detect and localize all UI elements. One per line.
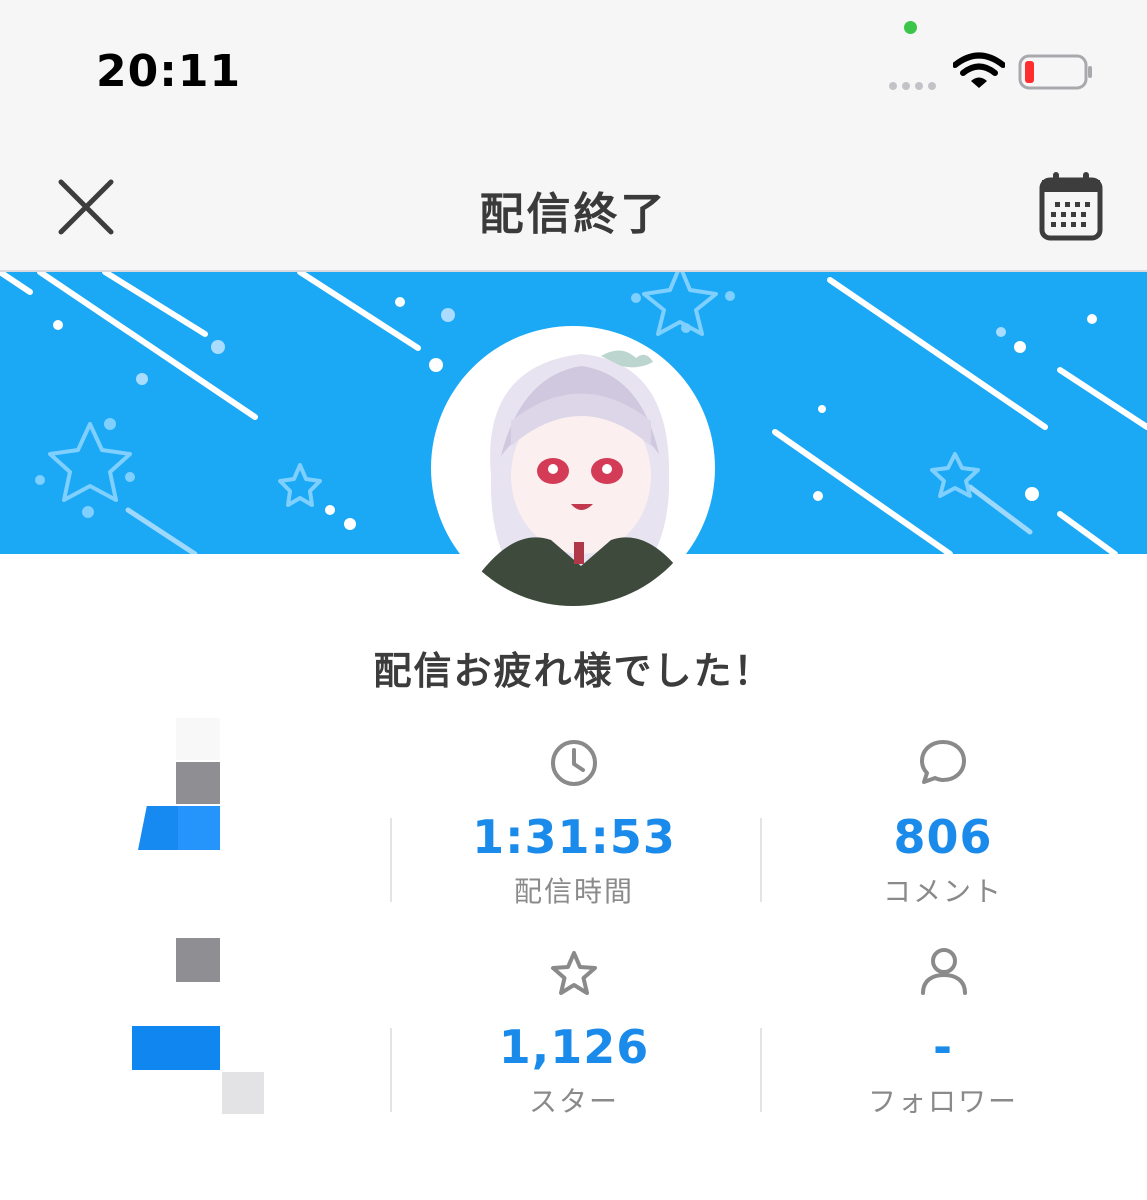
stat-stars-label: スター bbox=[528, 1085, 619, 1118]
cellular-signal-icon bbox=[889, 82, 936, 90]
streamer-avatar bbox=[431, 326, 715, 610]
pixel-block bbox=[176, 718, 220, 760]
stat-followers-label: フォロワー bbox=[867, 1085, 1018, 1118]
pixel-block bbox=[132, 1026, 220, 1070]
stat-divider bbox=[390, 1028, 392, 1112]
stat-divider bbox=[760, 1028, 762, 1112]
stat-duration-label: 配信時間 bbox=[513, 875, 634, 908]
stat-duration-value: 1:31:53 bbox=[472, 810, 676, 864]
wifi-icon bbox=[953, 52, 1005, 88]
stat-comments-label: コメント bbox=[882, 875, 1003, 908]
page-title: 配信終了 bbox=[479, 189, 668, 240]
comment-icon bbox=[920, 740, 966, 784]
stat-stars-value: 1,126 bbox=[498, 1020, 650, 1074]
pixel-block bbox=[178, 806, 220, 850]
calendar-button[interactable] bbox=[1038, 170, 1104, 242]
completion-message: 配信お疲れ様でした！ bbox=[373, 649, 774, 693]
pixel-block bbox=[138, 806, 178, 850]
person-icon bbox=[921, 948, 967, 995]
navigation-bar: 配信終了 bbox=[0, 140, 1147, 272]
stat-followers-value: - bbox=[932, 1020, 954, 1074]
stat-divider bbox=[760, 818, 762, 902]
privacy-indicator-dot bbox=[904, 21, 917, 34]
star-icon bbox=[551, 951, 597, 995]
pixel-block bbox=[176, 762, 220, 804]
battery-low-icon bbox=[1018, 54, 1092, 90]
stat-divider bbox=[390, 818, 392, 902]
avatar-illustration bbox=[435, 330, 711, 606]
clock-icon bbox=[551, 740, 597, 786]
status-time: 20:11 bbox=[96, 46, 242, 97]
pixel-block bbox=[176, 938, 220, 982]
pixel-block bbox=[222, 1072, 264, 1114]
stat-comments-value: 806 bbox=[893, 810, 993, 864]
status-bar: 20:11 bbox=[0, 0, 1147, 140]
